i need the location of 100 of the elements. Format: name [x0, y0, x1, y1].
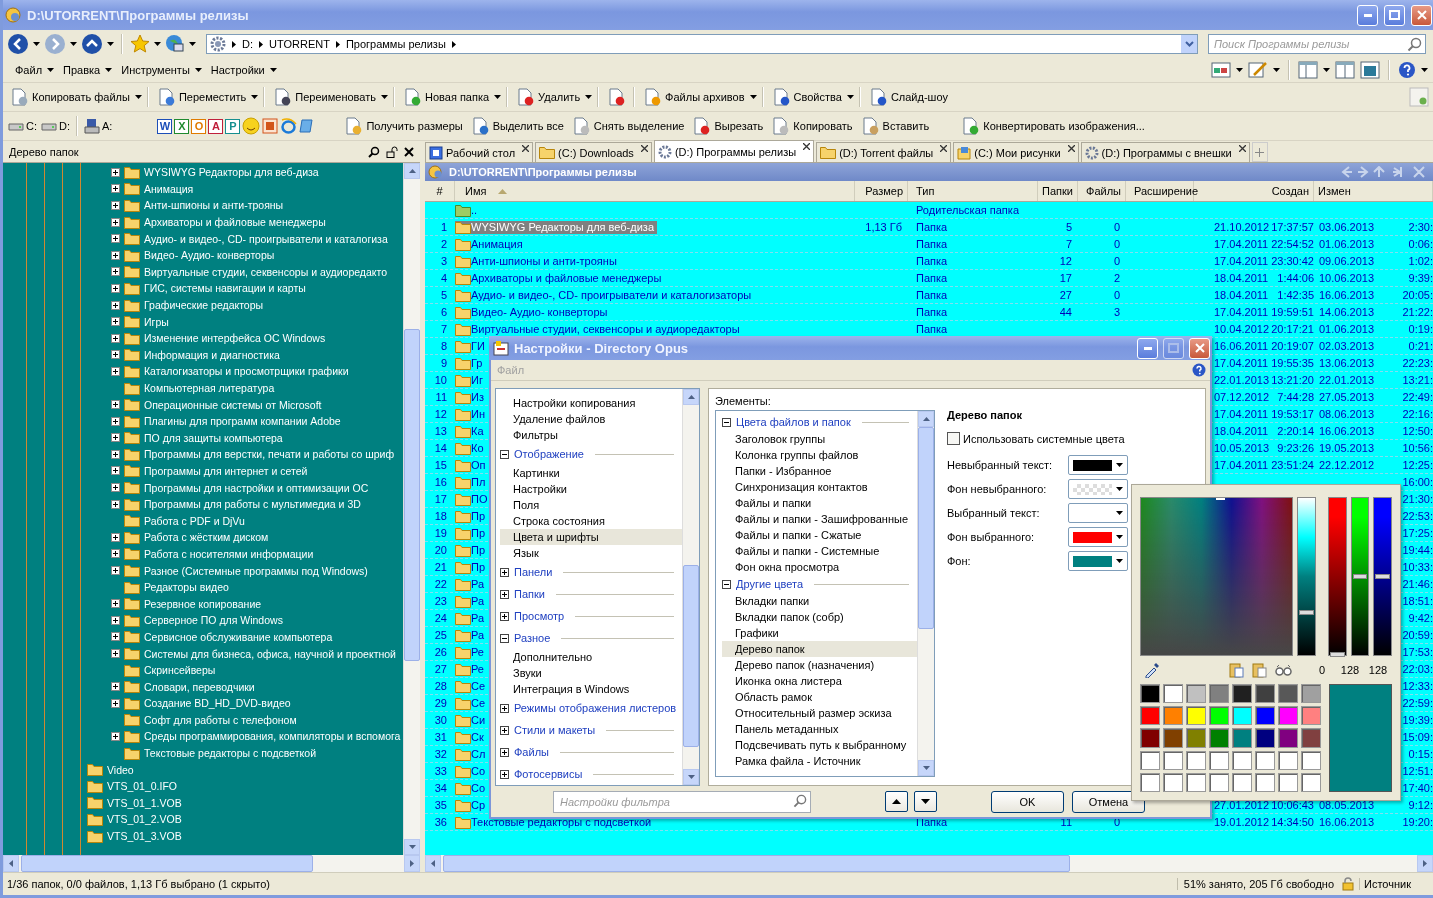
close-icon[interactable]: [940, 145, 948, 152]
list-item[interactable]: Файлы и папки - Сжатые: [722, 527, 917, 543]
toolbar-button[interactable]: Снять выделение: [568, 115, 688, 137]
menu-item[interactable]: Инструменты: [121, 64, 190, 76]
section-heading[interactable]: Просмотр: [513, 610, 566, 622]
folder-name[interactable]: WYSIWYG Редакторы для веб-диза: [144, 166, 319, 179]
folder-name[interactable]: Игры: [144, 315, 169, 328]
column-header[interactable]: Файлы: [1078, 181, 1126, 201]
menu-item[interactable]: Файл: [15, 64, 43, 76]
caret-icon[interactable]: [381, 95, 388, 99]
palette-swatch[interactable]: [1163, 706, 1183, 726]
color-dropdown[interactable]: [1068, 527, 1128, 547]
breadcrumb[interactable]: UTORRENT: [269, 38, 330, 50]
palette-swatch[interactable]: [1255, 772, 1275, 792]
smiley-icon[interactable]: [242, 117, 261, 135]
list-item[interactable]: Рамка файла - Источник: [722, 753, 917, 769]
folder-name[interactable]: Работа с носителями информации: [144, 547, 314, 560]
address-bar[interactable]: D: UTORRENT Программы релизы: [206, 34, 1198, 54]
file-name[interactable]: Ск: [455, 730, 484, 744]
folder-name[interactable]: Системы для бизнеса, офиса, научной и проектной: [144, 647, 396, 660]
palette-swatch[interactable]: [1140, 684, 1160, 704]
folder-name[interactable]: Софт для работы с телефоном: [144, 713, 297, 726]
file-name[interactable]: Ра: [455, 577, 485, 591]
collapse-icon[interactable]: [722, 579, 731, 589]
image-pane-icon[interactable]: [1360, 61, 1380, 79]
expand-icon[interactable]: [500, 725, 509, 735]
file-name[interactable]: Оп: [455, 458, 486, 472]
expand-icon[interactable]: [500, 747, 509, 757]
horizontal-scrollbar[interactable]: [3, 855, 420, 872]
folder-name[interactable]: Каталогизаторы и просмотрщики графики: [144, 365, 349, 378]
vertical-scrollbar[interactable]: [403, 163, 420, 855]
expand-icon[interactable]: [111, 184, 120, 194]
minimize-button[interactable]: [1357, 4, 1378, 26]
tab[interactable]: (C:) Downloads: [535, 142, 652, 162]
palette-swatch[interactable]: [1186, 706, 1206, 726]
lock-icon[interactable]: [1341, 877, 1356, 891]
expand-icon[interactable]: [500, 703, 509, 713]
menu-item[interactable]: Правка: [63, 64, 101, 76]
caret-icon[interactable]: [134, 95, 142, 99]
list-item[interactable]: Относительный размер эскиза: [722, 705, 917, 721]
list-item[interactable]: Фон окна просмотра: [722, 559, 917, 575]
toolbar-button[interactable]: Удалить: [513, 86, 584, 108]
column-header[interactable]: Имя: [455, 181, 855, 201]
list-item[interactable]: Настройки: [500, 481, 682, 497]
palette-swatch[interactable]: [1140, 750, 1160, 770]
tab[interactable]: (D:) Torrent файлы: [816, 142, 952, 162]
list-item[interactable]: Файлы и папки - Зашифрованные: [722, 511, 917, 527]
vertical-scrollbar[interactable]: [917, 411, 934, 776]
expand-icon[interactable]: [111, 267, 120, 277]
file-name[interactable]: Аудио- и видео-, CD- проигрыватели и каталогизаторы: [455, 288, 752, 302]
toolbar-button[interactable]: Вырезать: [689, 115, 767, 137]
folder-name[interactable]: Плагины для программ компании Adobe: [144, 415, 341, 428]
expand-icon[interactable]: [111, 300, 120, 310]
list-item[interactable]: Вкладки папок (собр): [722, 609, 917, 625]
list-item[interactable]: Дерево папок (назначения): [722, 657, 917, 673]
folder-name[interactable]: Работа с PDF и DjVu: [144, 514, 245, 527]
palette-swatch[interactable]: [1163, 684, 1183, 704]
expand-icon[interactable]: [111, 167, 120, 177]
list-item[interactable]: Фильтры: [500, 427, 682, 443]
file-name[interactable]: Се: [455, 696, 486, 710]
palette-swatch[interactable]: [1255, 706, 1275, 726]
toolbar-button[interactable]: Выделить все: [467, 115, 567, 137]
globe-computer-icon[interactable]: [165, 34, 185, 54]
file-name[interactable]: ПО: [455, 492, 488, 506]
folder-name[interactable]: Разное (Системные программы под Windows): [144, 564, 368, 577]
file-name[interactable]: Текстовые редакторы с подсветкой: [455, 815, 652, 829]
section-heading[interactable]: Файлы: [513, 746, 550, 758]
section-heading[interactable]: Другие цвета: [735, 578, 805, 590]
folder-name[interactable]: Среды программирования, компиляторы и вспомога: [144, 730, 401, 743]
file-name[interactable]: Ра: [455, 628, 485, 642]
toolbar-button[interactable]: Слайд-шоу: [865, 86, 951, 108]
toolbar-button[interactable]: Копировать файлы: [7, 86, 133, 108]
file-name[interactable]: WYSIWYG Редакторы для веб-диза: [455, 220, 657, 234]
file-name[interactable]: Ин: [455, 407, 485, 421]
eyedropper-icon[interactable]: [1144, 662, 1160, 678]
search-field[interactable]: Поиск Программы релизы: [1208, 34, 1426, 54]
palette-swatch[interactable]: [1255, 750, 1275, 770]
palette-swatch[interactable]: [1209, 706, 1229, 726]
glasses-icon[interactable]: [1275, 664, 1292, 676]
palette-swatch[interactable]: [1255, 684, 1275, 704]
folder-name[interactable]: Текстовые редакторы с подсветкой: [144, 747, 316, 760]
palette-swatch[interactable]: [1163, 750, 1183, 770]
list-item[interactable]: Настройки копирования: [500, 395, 682, 411]
back-icon[interactable]: [7, 33, 29, 55]
toolbar-button[interactable]: Переименовать: [270, 86, 379, 108]
expand-icon[interactable]: [111, 250, 120, 260]
folder-name[interactable]: VTS_01_1.VOB: [107, 796, 182, 809]
list-item[interactable]: Поля: [500, 497, 682, 513]
list-item[interactable]: Подсвечивать путь к выбранному: [722, 737, 917, 753]
toolbar-button[interactable]: Вставить: [857, 115, 933, 137]
file-name[interactable]: Архиваторы и файловые менеджеры: [455, 271, 662, 285]
section-heading[interactable]: Фотосервисы: [513, 768, 584, 780]
palette-swatch[interactable]: [1186, 728, 1206, 748]
tab[interactable]: (D:) Программы релизы: [653, 140, 815, 162]
browser-icon[interactable]: [280, 117, 298, 135]
list-item[interactable]: Вкладки папки: [722, 593, 917, 609]
file-name[interactable]: Ср: [455, 798, 486, 812]
caret-icon[interactable]: [251, 95, 259, 99]
drive-button[interactable]: D:: [40, 118, 71, 134]
toolbar-button[interactable]: Файлы архивов: [640, 86, 748, 108]
